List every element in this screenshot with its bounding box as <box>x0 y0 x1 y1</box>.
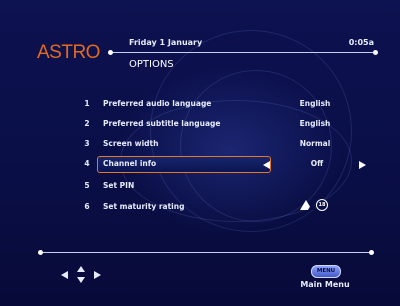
header-time: 0:05a <box>348 38 374 47</box>
footer-dot-right <box>369 250 374 255</box>
option-label: Screen width <box>103 139 159 148</box>
maturity-rating-icons: A 18 <box>300 199 340 213</box>
option-row-channel-info[interactable]: 4 Channel info Off <box>0 156 400 172</box>
option-value: English <box>299 99 331 108</box>
arrow-down-icon <box>77 277 85 283</box>
header-divider <box>110 52 376 53</box>
option-row-screen-width[interactable]: 3 Screen width Normal <box>0 136 400 152</box>
option-label: Set PIN <box>103 181 135 190</box>
option-number: 4 <box>84 159 90 168</box>
option-row-subtitle-language[interactable]: 2 Preferred subtitle language English <box>0 116 400 132</box>
option-number: 2 <box>84 119 90 128</box>
option-label: Preferred subtitle language <box>103 119 221 128</box>
page-title: OPTIONS <box>129 59 174 70</box>
value-left-arrow-icon[interactable] <box>263 161 270 169</box>
warning-triangle-inner <box>308 203 316 210</box>
arrow-up-icon <box>77 266 85 272</box>
option-row-maturity-rating[interactable]: 6 Set maturity rating <box>0 199 400 215</box>
option-value: Normal <box>299 139 331 148</box>
menu-button[interactable]: MENU <box>311 265 341 278</box>
option-row-set-pin[interactable]: 5 Set PIN <box>0 178 400 194</box>
divider-dot-left <box>108 50 113 55</box>
option-number: 6 <box>84 202 90 211</box>
option-label: Channel info <box>103 159 157 168</box>
option-number: 5 <box>84 181 90 190</box>
footer-divider <box>40 252 372 253</box>
arrow-left-icon <box>61 271 68 279</box>
header-date: Friday 1 January <box>129 38 203 47</box>
main-menu-label: Main Menu <box>300 280 350 289</box>
direction-arrows-icon <box>61 266 101 284</box>
rating-18-icon: 18 <box>316 199 328 211</box>
option-label: Preferred audio language <box>103 99 212 108</box>
option-row-audio-language[interactable]: 1 Preferred audio language English <box>0 96 400 112</box>
divider-dot-right <box>373 50 378 55</box>
arrow-right-icon <box>94 271 101 279</box>
astro-logo: ASTRO <box>37 42 100 63</box>
option-number: 3 <box>84 139 90 148</box>
warning-triangle-label: A <box>304 202 308 208</box>
option-number: 1 <box>84 99 90 108</box>
option-label: Set maturity rating <box>103 202 185 211</box>
footer-dot-left <box>38 250 43 255</box>
option-value: English <box>299 119 331 128</box>
value-right-arrow-icon[interactable] <box>359 161 366 169</box>
option-value: Off <box>310 159 324 168</box>
options-screen: ASTRO Friday 1 January 0:05a OPTIONS 1 P… <box>0 0 400 306</box>
